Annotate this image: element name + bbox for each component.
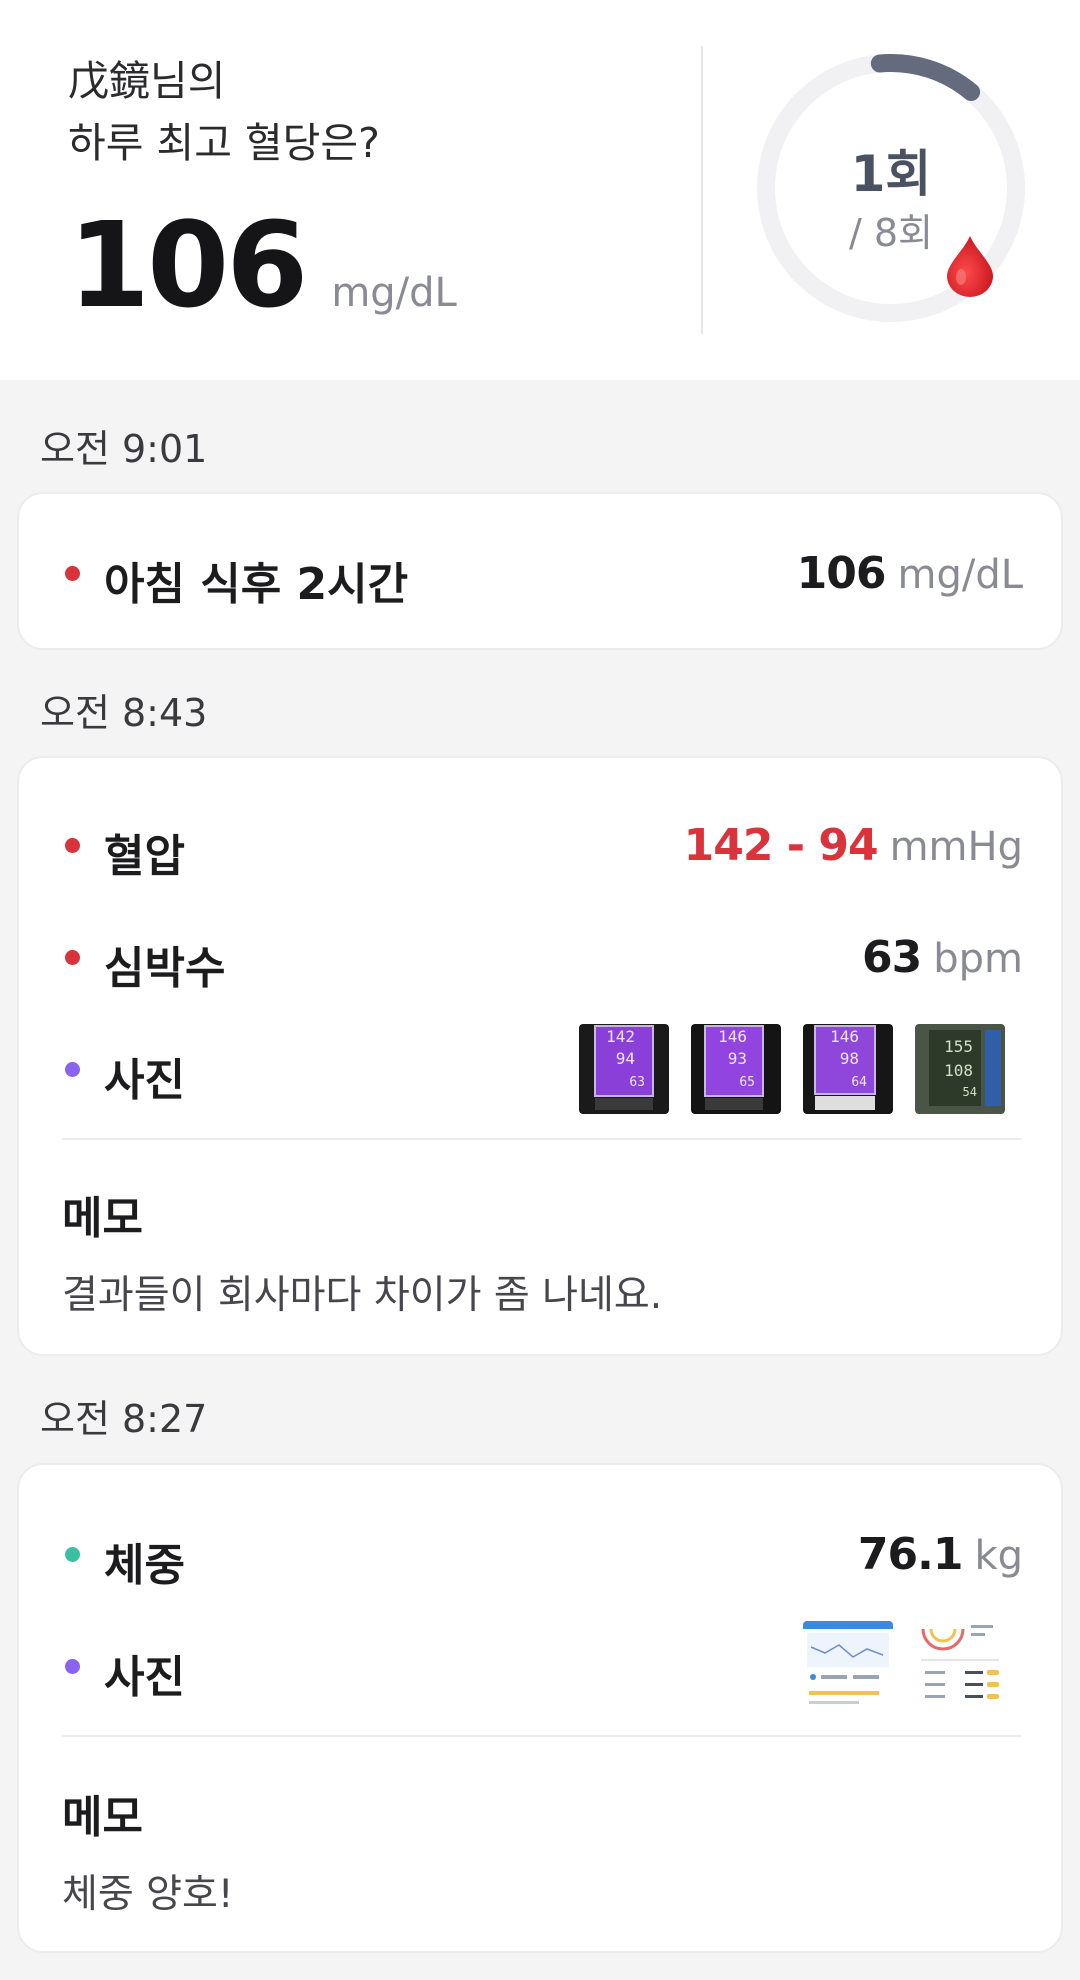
entry-time: 오전 8:43 [40,691,208,735]
svg-text:63: 63 [629,1075,645,1090]
daily-summary-panel: 戊鏡님의 하루 최고 혈당은? 106 mg/dL 1회 / 8회 [0,0,1080,380]
memo-text: 체중 양호! [62,1872,234,1917]
memo-title: 메모 [62,1792,143,1843]
svg-text:65: 65 [739,1075,755,1090]
glucose-entry-card[interactable]: 아침 식후 2시간 106 mg/dL [17,492,1063,650]
row-label: 체중 [104,1540,185,1591]
green-dot-icon [65,1547,80,1562]
red-dot-icon [65,950,80,965]
max-glucose-unit: mg/dL [331,270,457,316]
entry-time: 오전 8:27 [40,1397,208,1441]
heart-rate-row: 심박수 63 bpm [19,922,1065,994]
value-number: 63 [862,932,922,983]
weight-row: 체중 76.1 kg [19,1519,1065,1591]
photo-thumbnail[interactable] [915,1621,1005,1711]
red-dot-icon [65,838,80,853]
photo-thumbnail[interactable]: 155 108 54 [915,1024,1005,1114]
blood-pressure-entry-card[interactable]: 혈압 142 - 94 mmHg 심박수 63 bpm 사진 142 94 63 [17,756,1063,1356]
purple-dot-icon [65,1062,80,1077]
photo-row: 사진 142 94 63 146 93 65 146 98 64 155 108… [19,1024,1065,1114]
value-unit: mmHg [889,824,1023,870]
entry-time: 오전 9:01 [40,427,208,471]
memo-title: 메모 [62,1193,143,1244]
value-number: 142 - 94 [683,820,879,871]
svg-text:108: 108 [944,1061,973,1080]
value-number: 106 [796,548,887,599]
row-value: 106 mg/dL [797,548,1023,599]
row-value: 142 - 94 mmHg [684,820,1023,871]
svg-text:146: 146 [718,1027,747,1046]
weight-entry-card[interactable]: 체중 76.1 kg 사진 메모 체중 양호! [17,1463,1063,1953]
glucose-row: 아침 식후 2시간 106 mg/dL [19,538,1065,610]
photo-thumbnail[interactable] [803,1621,893,1711]
photo-thumbnail[interactable]: 146 98 64 [803,1024,893,1114]
photo-thumbnails: 142 94 63 146 93 65 146 98 64 155 108 54 [579,1024,1005,1114]
svg-text:93: 93 [728,1049,747,1068]
greeting-question-line: 하루 최고 혈당은? [68,119,380,167]
summary-greeting: 戊鏡님의 하루 최고 혈당은? [68,50,380,174]
blood-pressure-row: 혈압 142 - 94 mmHg [19,810,1065,882]
card-divider [62,1735,1022,1737]
photo-thumbnails [803,1621,1005,1711]
row-label: 사진 [104,1055,185,1106]
svg-text:155: 155 [944,1037,973,1056]
photo-thumbnail[interactable]: 146 93 65 [691,1024,781,1114]
max-glucose-number: 106 [68,196,308,334]
svg-text:142: 142 [606,1027,635,1046]
measurement-count-done: 1회 [850,145,932,203]
svg-text:94: 94 [616,1049,635,1068]
value-unit: mg/dL [897,552,1023,598]
greeting-name-line: 戊鏡님의 [68,57,226,105]
purple-dot-icon [65,1659,80,1674]
svg-text:54: 54 [963,1085,977,1099]
value-number: 76.1 [857,1529,964,1580]
row-label: 사진 [104,1652,185,1703]
row-label: 아침 식후 2시간 [104,559,409,610]
svg-text:64: 64 [851,1075,867,1090]
value-unit: bpm [933,936,1023,982]
row-label: 혈압 [104,831,185,882]
blood-drop-icon [947,236,993,297]
row-label: 심박수 [104,943,226,994]
max-glucose-value: 106 mg/dL [68,196,457,334]
row-value: 76.1 kg [858,1529,1023,1580]
red-dot-icon [65,566,80,581]
value-unit: kg [974,1533,1023,1579]
svg-text:146: 146 [830,1027,859,1046]
summary-divider [701,46,703,334]
photo-thumbnail[interactable]: 142 94 63 [579,1024,669,1114]
row-value: 63 bpm [862,932,1023,983]
card-divider [62,1138,1022,1140]
svg-text:98: 98 [840,1049,859,1068]
photo-row: 사진 [19,1621,1065,1711]
memo-text: 결과들이 회사마다 차이가 좀 나네요. [62,1273,663,1318]
